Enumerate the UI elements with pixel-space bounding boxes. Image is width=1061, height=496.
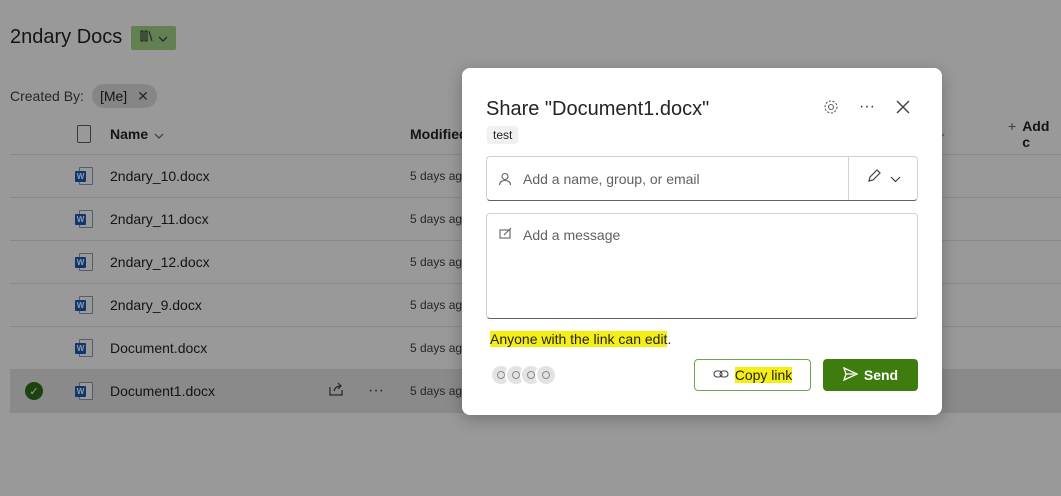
- people-picker[interactable]: Add a name, group, or email: [486, 156, 918, 201]
- sensitivity-tag: test: [487, 126, 519, 144]
- shared-with-avatars[interactable]: [490, 364, 557, 386]
- send-label: Send: [863, 367, 899, 383]
- app: 2ndary Docs Created By: [Me] ✕ Name Modi…: [0, 0, 1061, 496]
- chevron-down-icon: [890, 170, 901, 188]
- message-textarea[interactable]: Add a message: [486, 213, 918, 319]
- copy-link-label: Copy link: [734, 367, 793, 383]
- dialog-header-actions: ···: [822, 98, 912, 116]
- close-icon[interactable]: [894, 98, 912, 116]
- message-icon: [499, 226, 513, 244]
- avatar: [535, 364, 557, 386]
- link-settings-label[interactable]: Anyone with the link can edit: [490, 331, 668, 347]
- send-icon: [842, 366, 859, 384]
- copy-link-button[interactable]: Copy link: [694, 359, 811, 391]
- share-dialog: Share "Document1.docx" ··· test Add a na…: [462, 68, 942, 415]
- pencil-icon: [866, 168, 882, 189]
- message-placeholder: Add a message: [523, 227, 621, 243]
- more-icon[interactable]: ···: [858, 98, 876, 116]
- permission-dropdown[interactable]: [848, 157, 917, 200]
- link-settings[interactable]: Anyone with the link can edit.: [490, 331, 671, 347]
- people-input[interactable]: Add a name, group, or email: [523, 171, 848, 187]
- person-icon: [487, 172, 523, 186]
- dialog-title: Share "Document1.docx": [486, 98, 710, 120]
- gear-icon[interactable]: [822, 98, 840, 116]
- send-button[interactable]: Send: [823, 359, 918, 391]
- link-icon: [713, 367, 729, 383]
